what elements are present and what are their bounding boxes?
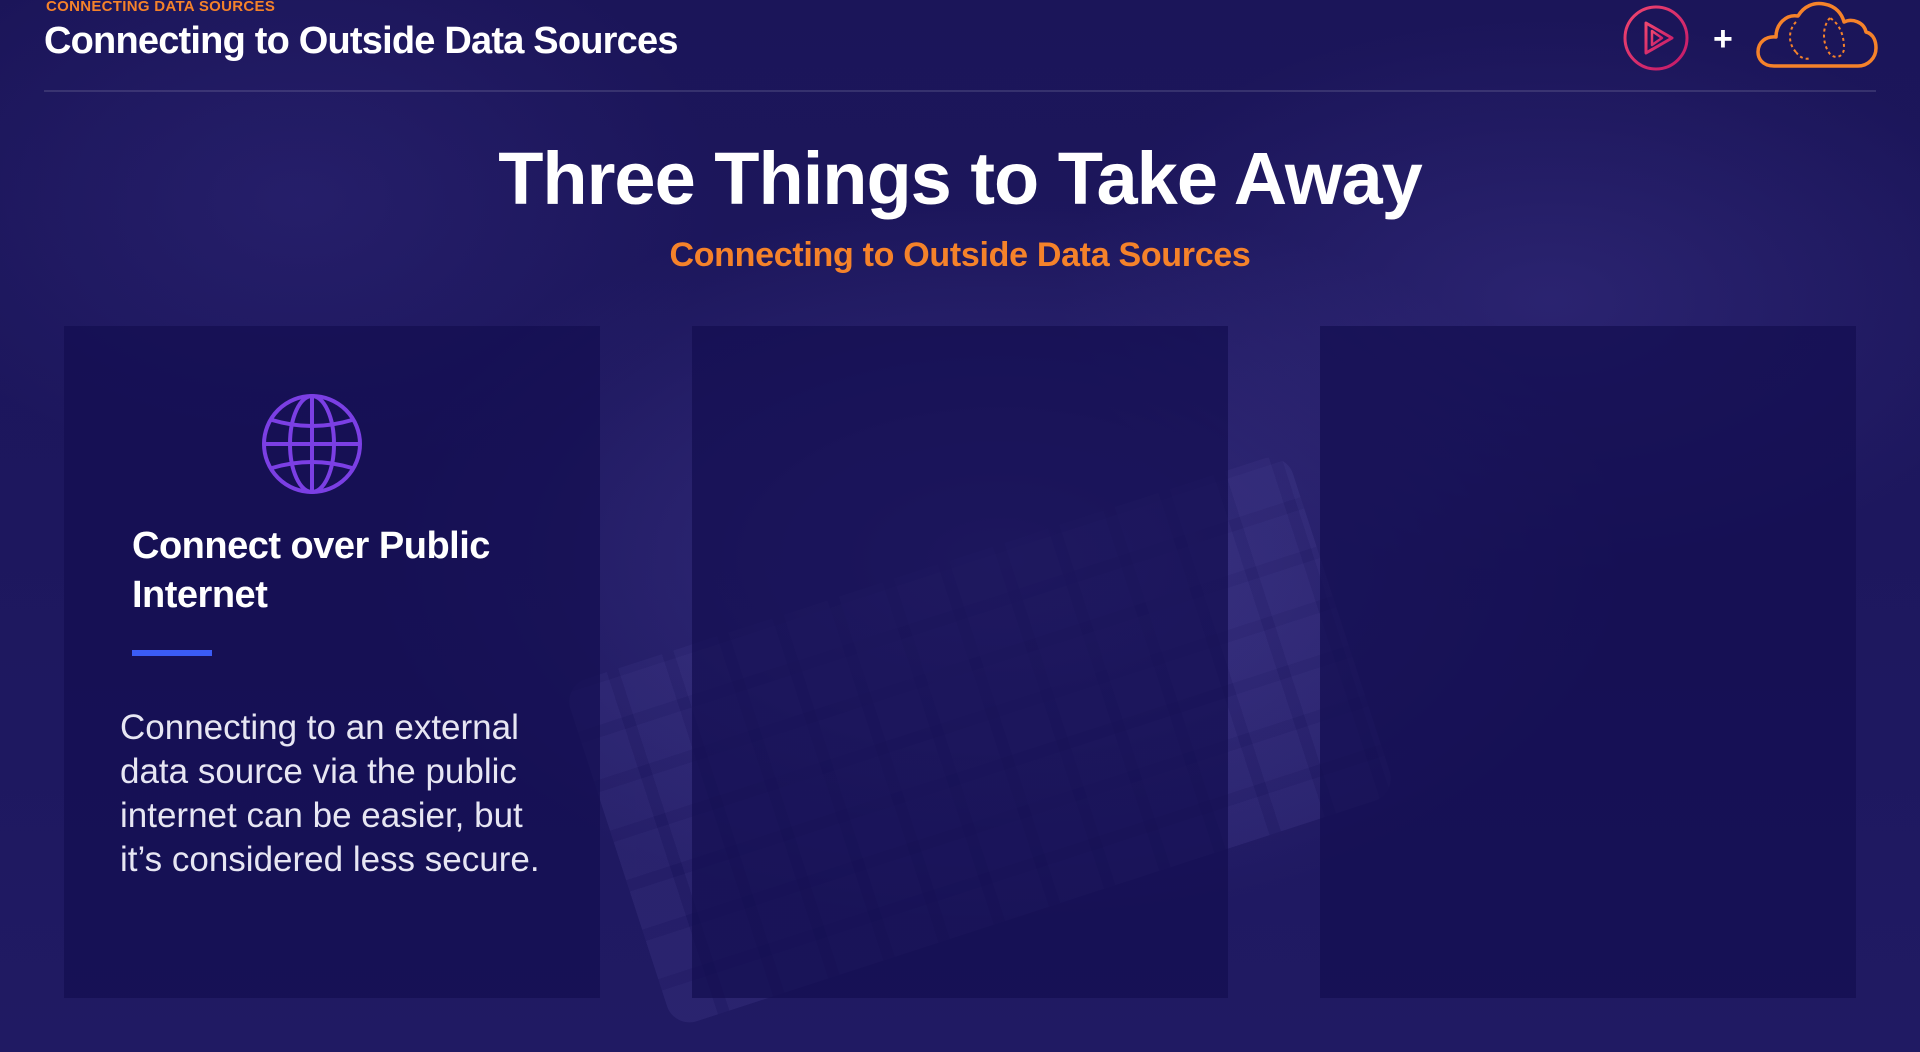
takeaway-card-2 — [692, 326, 1228, 998]
header-kicker: CONNECTING DATA SOURCES — [46, 0, 276, 15]
takeaway-card-1: Connect over Public Internet Connecting … — [64, 326, 600, 998]
card-heading: Connect over Public Internet — [132, 525, 490, 616]
slide-subtitle: Connecting to Outside Data Sources — [669, 236, 1251, 274]
card-accent-bar — [132, 650, 212, 656]
globe-icon — [262, 394, 362, 494]
cloud-icon — [1756, 1, 1878, 68]
header-title: Connecting to Outside Data Sources — [44, 20, 678, 62]
takeaway-card-3 — [1320, 326, 1856, 998]
header-divider — [44, 90, 1876, 92]
card-body: Connecting to an external data source vi… — [120, 708, 540, 879]
play-circle-icon — [1623, 5, 1689, 71]
slide-title: Three Things to Take Away — [498, 137, 1423, 220]
plus-sign: + — [1713, 20, 1733, 58]
